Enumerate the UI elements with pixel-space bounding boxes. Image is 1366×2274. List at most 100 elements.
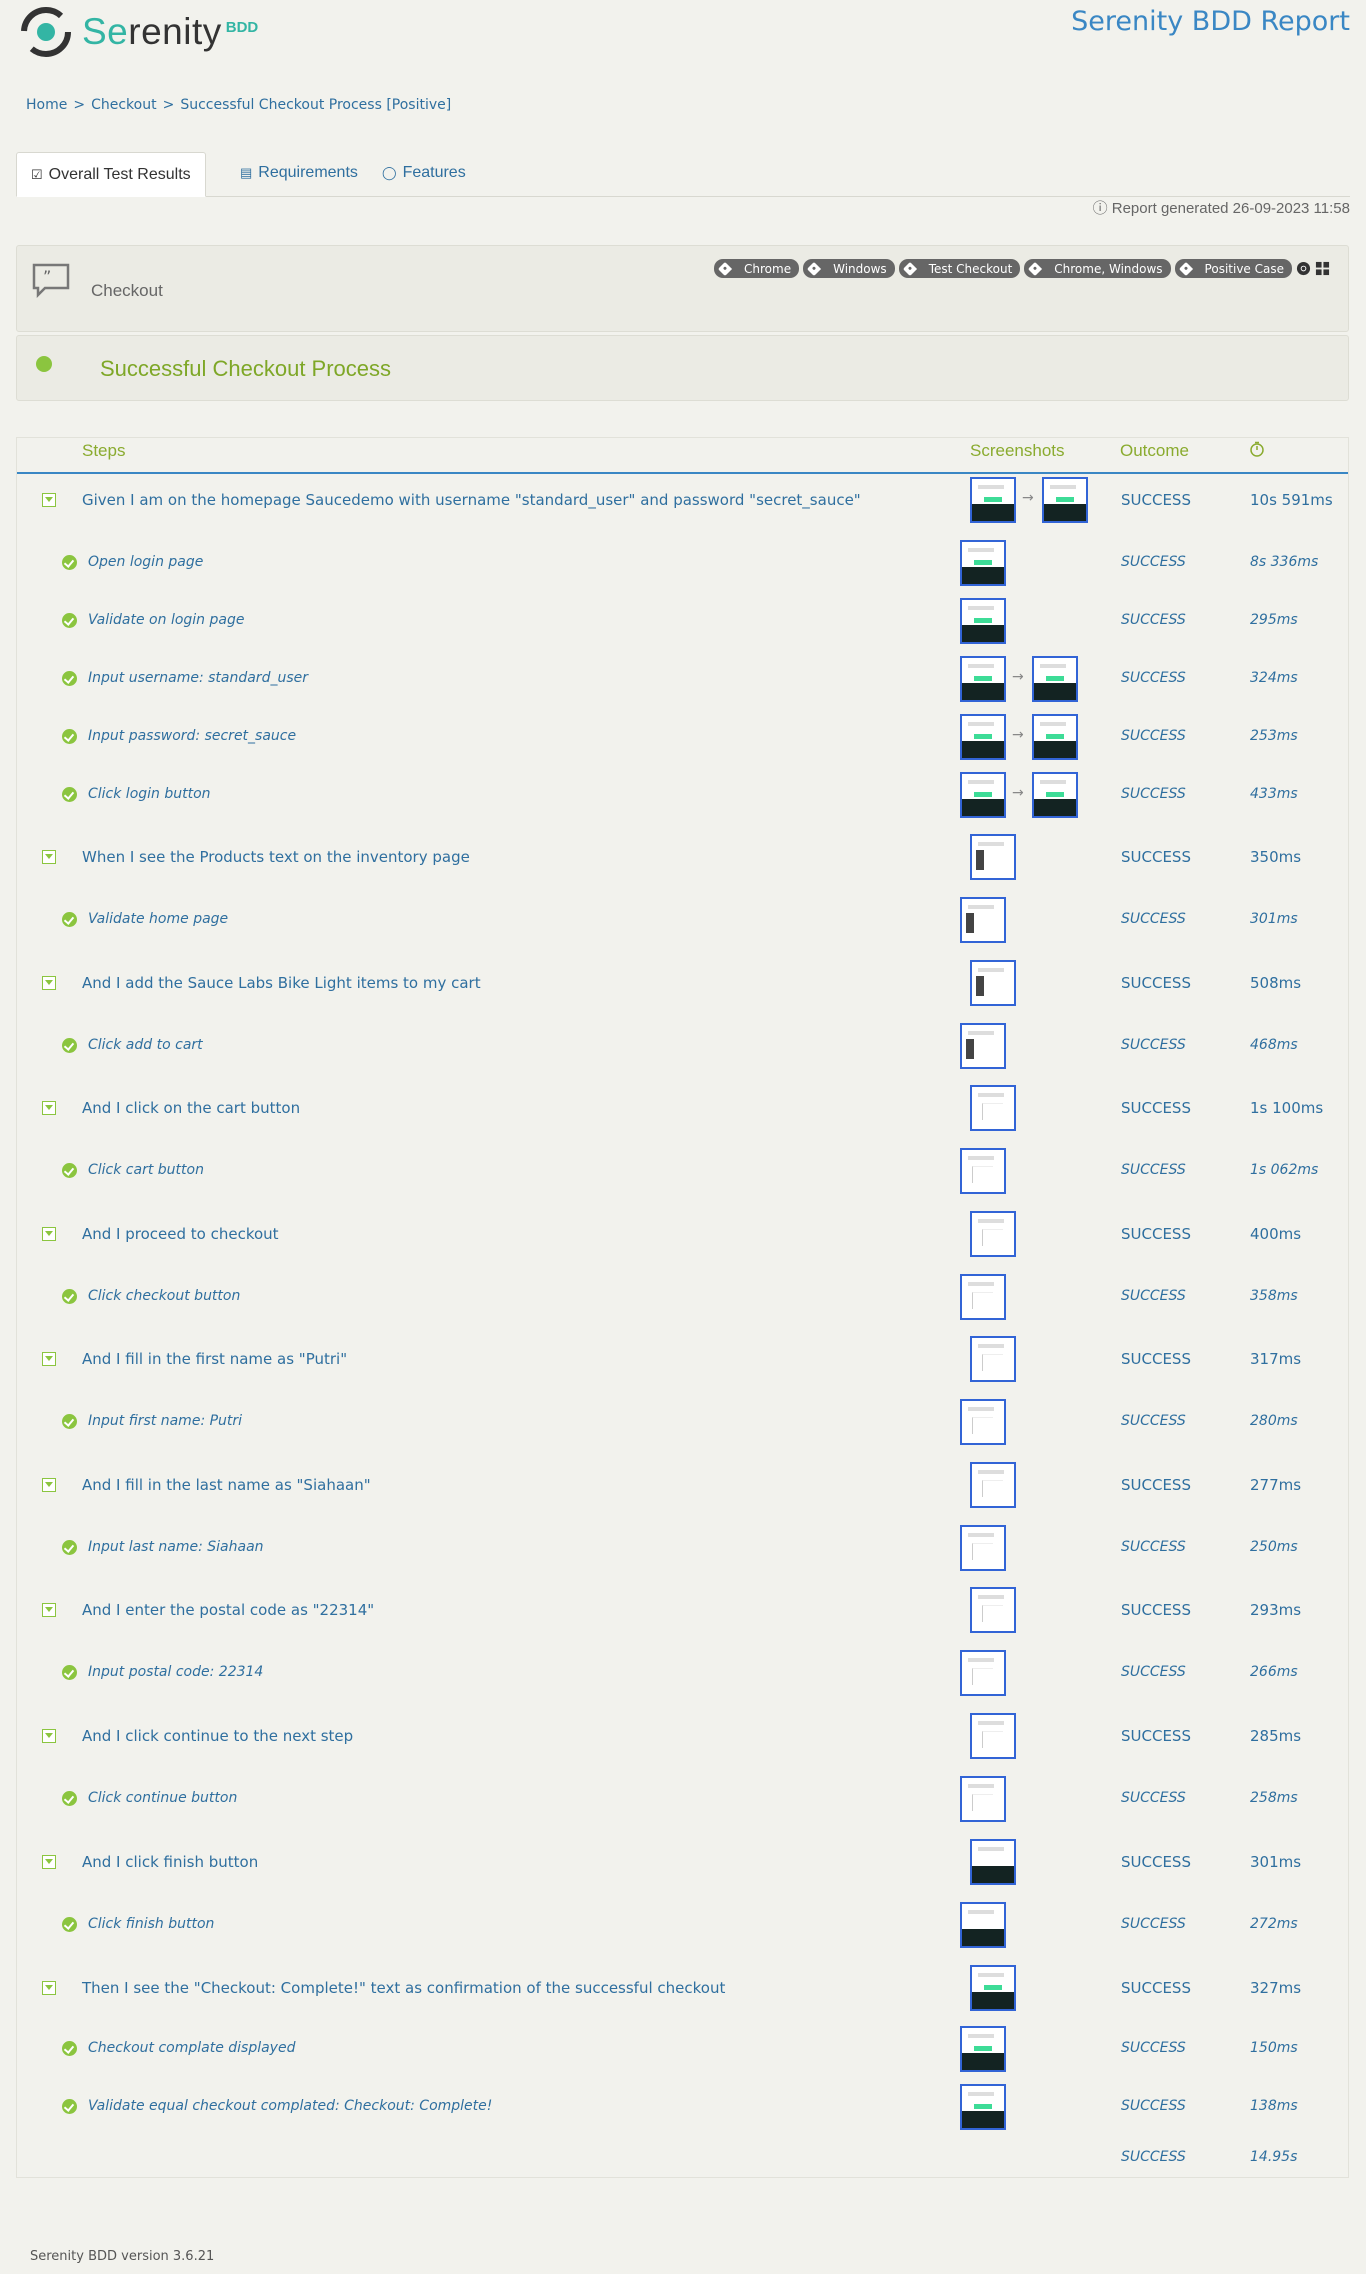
tag-chrome-windows[interactable]: Chrome, Windows [1024, 259, 1171, 278]
success-check-icon [62, 1289, 77, 1304]
step-duration: 293ms [1250, 1601, 1302, 1619]
tab-bar: ☑ Overall Test Results ▤ Requirements ◯ Fea… [16, 152, 1350, 197]
step-description: Given I am on the homepage Saucedemo wit… [82, 491, 861, 509]
screenshot-thumbnail[interactable] [960, 1148, 1006, 1194]
success-check-icon [62, 2041, 77, 2056]
step-duration: 327ms [1250, 1979, 1302, 1997]
screenshot-thumbnail[interactable] [970, 1587, 1016, 1633]
step-description: Checkout complate displayed [88, 2040, 296, 2056]
step-duration: 324ms [1250, 670, 1298, 686]
breadcrumb-checkout[interactable]: Checkout [91, 97, 157, 113]
screenshot-thumbnail[interactable] [970, 477, 1016, 523]
serenity-logo[interactable]: Serenity BDD [20, 4, 258, 60]
success-check-icon [62, 912, 77, 927]
step-outcome: SUCCESS [1121, 974, 1191, 992]
screenshot-thumbnail[interactable] [970, 1965, 1016, 2011]
breadcrumb-home[interactable]: Home [26, 97, 67, 113]
collapse-toggle-icon[interactable] [42, 1478, 56, 1492]
tag-chrome[interactable]: Chrome [714, 259, 800, 278]
tab-overall-test-results[interactable]: ☑ Overall Test Results [16, 152, 206, 197]
tag-icon [1028, 261, 1043, 276]
screenshot-thumbnail[interactable] [960, 598, 1006, 644]
screenshot-thumbnail[interactable] [970, 1085, 1016, 1131]
success-check-icon [62, 787, 77, 802]
step-duration: 272ms [1250, 1916, 1298, 1932]
collapse-toggle-icon[interactable] [42, 1352, 56, 1366]
success-icon [36, 356, 52, 372]
screenshot-thumbnail[interactable] [970, 1839, 1016, 1885]
step-duration: 266ms [1250, 1664, 1298, 1680]
step-description: When I see the Products text on the inve… [82, 848, 470, 866]
windows-icon [1315, 261, 1330, 276]
collapse-toggle-icon[interactable] [42, 493, 56, 507]
collapse-toggle-icon[interactable] [42, 1981, 56, 1995]
speech-bubble-icon: ” [32, 263, 70, 298]
collapse-toggle-icon[interactable] [42, 976, 56, 990]
collapse-toggle-icon[interactable] [42, 850, 56, 864]
screenshot-thumbnail[interactable] [970, 1336, 1016, 1382]
tag-test-checkout[interactable]: Test Checkout [898, 259, 1021, 278]
step-outcome: SUCCESS [1121, 612, 1186, 628]
step-description: And I click finish button [82, 1853, 259, 1871]
breadcrumb-current: Successful Checkout Process [Positive] [180, 97, 452, 113]
step-outcome: SUCCESS [1121, 2040, 1186, 2056]
screenshot-thumbnail[interactable] [960, 2084, 1006, 2130]
screenshot-thumbnail[interactable] [970, 834, 1016, 880]
collapse-toggle-icon[interactable] [42, 1855, 56, 1869]
step-duration: 468ms [1250, 1037, 1298, 1053]
screenshot-thumbnail[interactable] [1032, 772, 1078, 818]
tag-positive-case[interactable]: Positive Case [1174, 259, 1292, 278]
screenshot-thumbnail[interactable] [960, 1274, 1006, 1320]
step-duration: 10s 591ms [1250, 491, 1333, 509]
step-outcome: SUCCESS [1121, 491, 1191, 509]
success-check-icon [62, 1540, 77, 1555]
step-duration: 317ms [1250, 1350, 1302, 1368]
collapse-toggle-icon[interactable] [42, 1603, 56, 1617]
step-description: Open login page [88, 554, 204, 570]
screenshot-thumbnail[interactable] [960, 1399, 1006, 1445]
screenshot-thumbnail[interactable] [1042, 477, 1088, 523]
tag-list: Chrome Windows Test Checkout Chrome, Win… [714, 259, 1330, 278]
screenshot-thumbnail[interactable] [960, 2026, 1006, 2072]
screenshot-thumbnail[interactable] [960, 897, 1006, 943]
screenshot-thumbnail[interactable] [960, 772, 1006, 818]
screenshot-thumbnail[interactable] [970, 1211, 1016, 1257]
checklist-icon: ☑ [31, 166, 43, 182]
screenshot-thumbnail[interactable] [960, 540, 1006, 586]
step-description: And I add the Sauce Labs Bike Light item… [82, 974, 481, 992]
collapse-toggle-icon[interactable] [42, 1101, 56, 1115]
screenshot-thumbnail[interactable] [960, 1650, 1006, 1696]
arrow-right-icon: → [1022, 490, 1034, 506]
screenshot-thumbnail[interactable] [960, 1023, 1006, 1069]
step-description: Input username: standard_user [88, 670, 308, 686]
success-check-icon [62, 555, 77, 570]
collapse-toggle-icon[interactable] [42, 1729, 56, 1743]
screenshot-thumbnail[interactable] [960, 1525, 1006, 1571]
tag-icon [807, 261, 822, 276]
screenshot-thumbnail[interactable] [970, 1462, 1016, 1508]
step-outcome: SUCCESS [1121, 1162, 1186, 1178]
step-duration: 253ms [1250, 728, 1298, 744]
collapse-toggle-icon[interactable] [42, 1227, 56, 1241]
step-description: Click cart button [88, 1162, 204, 1178]
tag-windows[interactable]: Windows [803, 259, 895, 278]
step-description: And I enter the postal code as "22314" [82, 1601, 375, 1619]
step-outcome: SUCCESS [1121, 1413, 1186, 1429]
tab-features[interactable]: ◯ Features [368, 152, 480, 194]
tab-requirements[interactable]: ▤ Requirements [226, 152, 372, 194]
screenshot-thumbnail[interactable] [960, 656, 1006, 702]
step-duration: 301ms [1250, 1853, 1302, 1871]
screenshot-thumbnail[interactable] [970, 960, 1016, 1006]
list-icon: ▤ [240, 165, 253, 180]
screenshot-thumbnail[interactable] [970, 1713, 1016, 1759]
screenshot-thumbnail[interactable] [960, 1902, 1006, 1948]
screenshot-thumbnail[interactable] [960, 714, 1006, 760]
screenshot-thumbnail[interactable] [1032, 714, 1078, 760]
step-description: Input last name: Siahaan [88, 1539, 264, 1555]
scenario-title: Successful Checkout Process [100, 356, 392, 381]
screenshot-thumbnail[interactable] [1032, 656, 1078, 702]
step-description: Input first name: Putri [88, 1413, 243, 1429]
step-outcome: SUCCESS [1121, 728, 1186, 744]
screenshot-thumbnail[interactable] [960, 1776, 1006, 1822]
success-check-icon [62, 1163, 77, 1178]
